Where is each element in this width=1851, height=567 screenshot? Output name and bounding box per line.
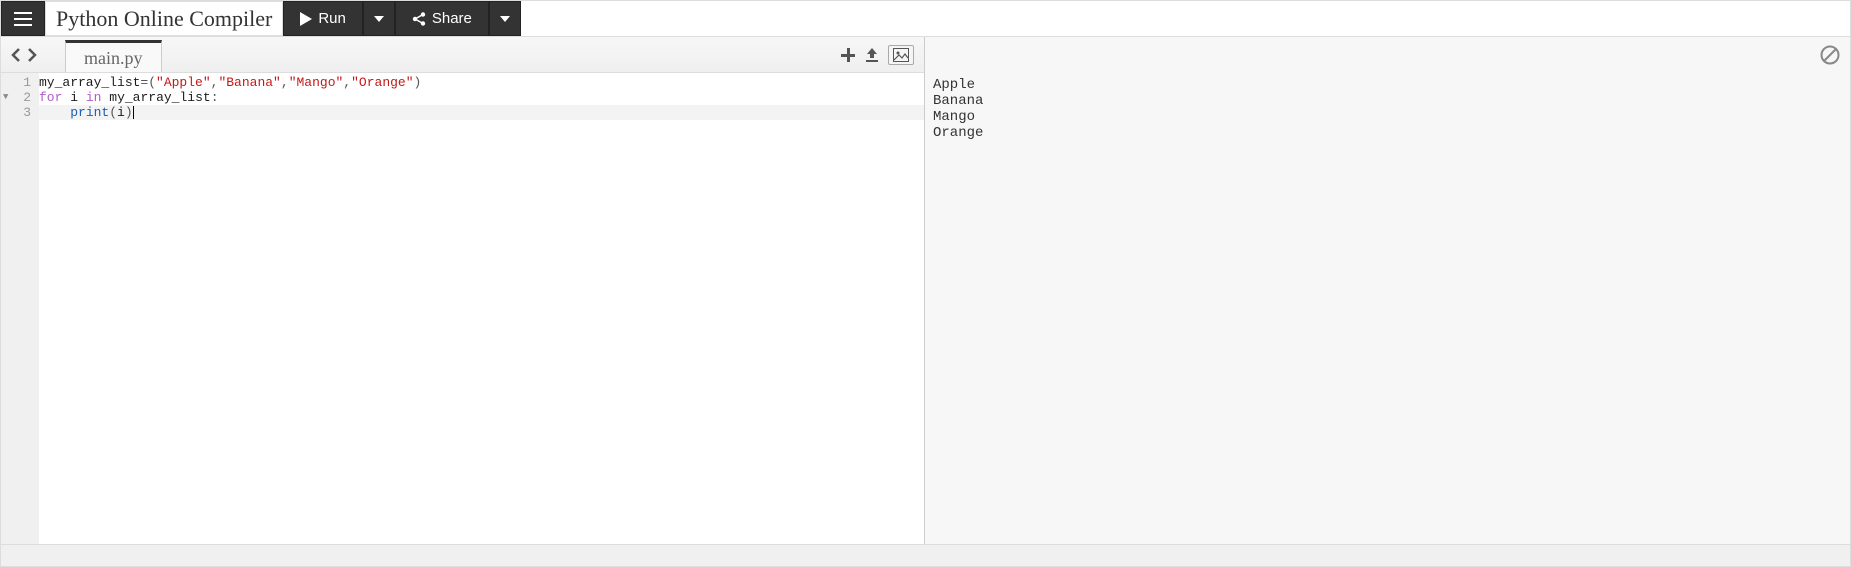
code-body: my_array_list=("Apple","Banana","Mango",… — [39, 73, 924, 544]
tab-main-py[interactable]: main.py — [65, 40, 162, 72]
share-button[interactable]: Share — [395, 1, 489, 36]
nav-arrows — [1, 47, 47, 63]
editor-toolbar: main.py — [1, 37, 924, 73]
new-file-button[interactable] — [840, 45, 856, 65]
status-bar — [1, 544, 1850, 566]
text-cursor — [133, 106, 134, 119]
upload-button[interactable] — [864, 45, 880, 65]
chevron-left-icon — [11, 47, 21, 63]
editor-pane: main.py — [1, 37, 925, 544]
share-button-group: Share — [395, 1, 521, 36]
image-icon — [893, 48, 909, 62]
code-line: my_array_list=("Apple","Banana","Mango",… — [39, 75, 924, 90]
output-line: Banana — [933, 93, 983, 109]
line-number: ▼2 — [1, 90, 39, 105]
plus-icon — [840, 47, 856, 63]
output-line: Apple — [933, 77, 975, 93]
menu-button[interactable] — [1, 1, 45, 36]
fold-marker-icon[interactable]: ▼ — [3, 90, 8, 105]
gutter: 1 ▼2 3 — [1, 73, 39, 544]
code-editor[interactable]: 1 ▼2 3 my_array_list=("Apple","Banana","… — [1, 73, 924, 544]
output-console[interactable]: Apple Banana Mango Orange — [925, 73, 1850, 544]
share-icon — [412, 12, 426, 26]
run-button-group: Run — [283, 1, 395, 36]
hamburger-icon — [14, 12, 32, 26]
run-button[interactable]: Run — [283, 1, 363, 36]
output-pane: Apple Banana Mango Orange — [925, 37, 1850, 544]
chevron-right-icon — [27, 47, 37, 63]
play-icon — [300, 12, 312, 26]
editor-actions — [840, 45, 924, 65]
line-number: 3 — [1, 105, 39, 120]
top-toolbar: Python Online Compiler Run — [1, 1, 1850, 37]
caret-down-icon — [500, 16, 510, 22]
output-toolbar — [925, 37, 1850, 73]
code-line: for i in my_array_list: — [39, 90, 924, 105]
caret-down-icon — [374, 16, 384, 22]
next-file-button[interactable] — [25, 47, 39, 63]
line-number: 1 — [1, 75, 39, 90]
output-line: Mango — [933, 109, 975, 125]
page-title: Python Online Compiler — [45, 1, 283, 36]
stop-button[interactable] — [1820, 45, 1840, 65]
run-label: Run — [318, 10, 346, 27]
stop-icon — [1820, 45, 1840, 65]
code-line: print(i) — [39, 105, 924, 120]
main-area: main.py — [1, 37, 1850, 544]
image-button[interactable] — [888, 45, 914, 65]
upload-icon — [864, 47, 880, 63]
output-line: Orange — [933, 125, 983, 141]
share-label: Share — [432, 10, 472, 27]
prev-file-button[interactable] — [9, 47, 23, 63]
run-dropdown-button[interactable] — [363, 1, 395, 36]
share-dropdown-button[interactable] — [489, 1, 521, 36]
